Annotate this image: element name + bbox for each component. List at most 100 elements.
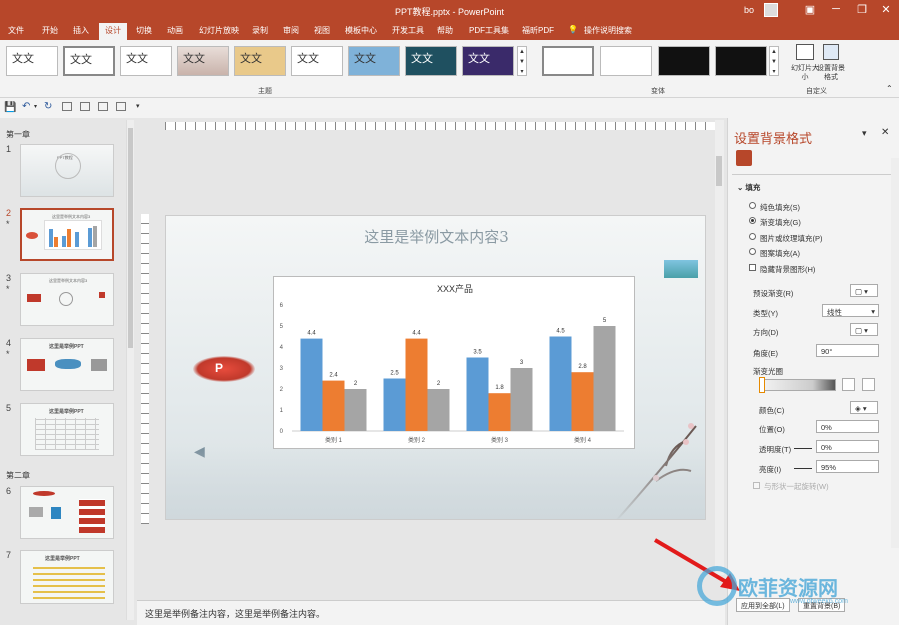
undo-dropdown-icon[interactable]: ▾ xyxy=(34,103,37,110)
new-slide-icon[interactable] xyxy=(80,102,90,111)
theme-thumb-3[interactable]: 文文 xyxy=(120,46,172,76)
slide-thumb-5[interactable]: 这里是举例PPT xyxy=(20,403,114,456)
brightness-input[interactable]: 95% xyxy=(816,460,879,473)
rotate-with-shape-label[interactable]: 与形状一起旋转(W) xyxy=(764,481,829,492)
theme-thumb-9[interactable]: 文文 xyxy=(462,46,514,76)
tab-pdf-tools[interactable]: PDF工具集 xyxy=(469,25,509,36)
preset-gradient-dropdown[interactable]: ▢ ▾ xyxy=(850,284,878,297)
notes-pane[interactable]: 这里是举例备注内容，这里是举例备注内容。 xyxy=(137,600,725,625)
collapse-ribbon-icon[interactable]: ⌃ xyxy=(886,84,893,93)
tab-developer[interactable]: 开发工具 xyxy=(392,25,424,36)
angle-input[interactable]: 90° xyxy=(816,344,879,357)
theme-thumb-5[interactable]: 文文 xyxy=(234,46,286,76)
pattern-fill-label[interactable]: 图案填充(A) xyxy=(760,248,800,259)
layout-icon[interactable] xyxy=(98,102,108,111)
undo-icon[interactable]: ↶ xyxy=(22,101,30,112)
brightness-slider[interactable] xyxy=(794,468,812,469)
tab-record[interactable]: 录制 xyxy=(252,25,268,36)
user-name[interactable]: bo xyxy=(744,5,754,15)
tab-home[interactable]: 开始 xyxy=(42,25,58,36)
theme-thumb-4[interactable]: 文文 xyxy=(177,46,229,76)
section-1-header[interactable]: 第一章 xyxy=(6,129,30,140)
fill-section-header[interactable]: ⌄ 填充 xyxy=(737,182,760,193)
fill-bucket-icon[interactable] xyxy=(736,150,752,166)
customize-qat-icon[interactable]: ▾ xyxy=(136,102,140,110)
pattern-fill-radio[interactable] xyxy=(749,248,756,255)
variant-gallery-scroll[interactable]: ▲ ▼ ▾ xyxy=(769,46,779,76)
bar-chart[interactable]: XXX产品 0 1 2 3 4 5 6 4.4 2.4 2 类别 1 2.5 4.4 2 类别 2 3.5 1.8… xyxy=(274,277,636,450)
hide-bg-label[interactable]: 隐藏背景图形(H) xyxy=(760,264,815,275)
tab-transitions[interactable]: 切换 xyxy=(136,25,152,36)
theme-gallery-scroll[interactable]: ▲ ▼ ▾ xyxy=(517,46,527,76)
slide-thumb-6[interactable] xyxy=(20,486,114,539)
theme-thumb-7[interactable]: 文文 xyxy=(348,46,400,76)
tab-view[interactable]: 视图 xyxy=(314,25,330,36)
color-dropdown[interactable]: ◈ ▾ xyxy=(850,401,878,414)
slide-landscape-image[interactable] xyxy=(664,260,698,278)
position-input[interactable]: 0% xyxy=(816,420,879,433)
notes-text[interactable]: 这里是举例备注内容，这里是举例备注内容。 xyxy=(145,609,325,619)
slide-thumb-7[interactable]: 这里是举例PPT xyxy=(20,550,114,604)
shapes-icon[interactable] xyxy=(116,102,126,111)
picture-fill-label[interactable]: 图片或纹理填充(P) xyxy=(760,233,823,244)
theme-thumb-8[interactable]: 文文 xyxy=(405,46,457,76)
variant-thumb-4[interactable] xyxy=(715,46,767,76)
tab-design[interactable]: 设计 xyxy=(99,23,127,40)
current-slide[interactable]: 这里是举例文本内容3 P ◀ XXX产品01234564.42.42类别 12.… xyxy=(165,215,706,520)
tab-template-center[interactable]: 模板中心 xyxy=(345,25,377,36)
editor-scrollbar[interactable] xyxy=(715,120,724,575)
theme-thumb-1[interactable]: 文文 xyxy=(6,46,58,76)
thumbnails-scrollbar[interactable] xyxy=(126,120,134,620)
rotate-with-shape-checkbox[interactable] xyxy=(753,482,760,489)
minimize-button[interactable]: ─ xyxy=(826,3,846,15)
add-stop-icon[interactable] xyxy=(842,378,855,391)
tab-insert[interactable]: 插入 xyxy=(73,25,89,36)
pane-scrollbar[interactable] xyxy=(891,158,899,548)
pane-options-icon[interactable]: ▾ xyxy=(862,128,867,139)
slide-thumb-4[interactable]: 这里是举例PPT xyxy=(20,338,114,391)
variant-thumb-3[interactable] xyxy=(658,46,710,76)
variant-thumb-1[interactable] xyxy=(542,46,594,76)
remove-stop-icon[interactable] xyxy=(862,378,875,391)
hide-bg-checkbox[interactable] xyxy=(749,264,756,271)
slide-thumb-1[interactable]: PPT教程 xyxy=(20,144,114,197)
avatar[interactable] xyxy=(764,3,778,17)
ppt-logo-image[interactable]: P xyxy=(193,356,255,382)
slide-thumb-3[interactable]: 这里是举例文本内容3 xyxy=(20,273,114,326)
solid-fill-radio[interactable] xyxy=(749,202,756,209)
ribbon-display-icon[interactable]: ▣ xyxy=(800,3,820,16)
tab-slideshow[interactable]: 幻灯片放映 xyxy=(199,25,239,36)
tab-animations[interactable]: 动画 xyxy=(167,25,183,36)
tell-me-search[interactable]: 操作说明搜索 xyxy=(584,25,632,36)
format-background-icon[interactable] xyxy=(823,44,839,60)
theme-thumb-6[interactable]: 文文 xyxy=(291,46,343,76)
tab-help[interactable]: 帮助 xyxy=(437,25,453,36)
slide-thumb-2[interactable]: 这里是举例文本内容3 xyxy=(20,208,114,261)
tab-foxit-pdf[interactable]: 福昕PDF xyxy=(522,25,554,36)
close-button[interactable]: ✕ xyxy=(876,3,896,16)
chart-frame[interactable]: XXX产品 0 1 2 3 4 5 6 4.4 2.4 2 类别 1 2.5 4.4 2 类别 2 3.5 1.8… xyxy=(273,276,635,449)
tab-file[interactable]: 文件 xyxy=(8,25,24,36)
slide-title[interactable]: 这里是举例文本内容3 xyxy=(166,226,705,247)
gradient-fill-label[interactable]: 渐变填充(G) xyxy=(760,217,801,228)
scrollbar-thumb[interactable] xyxy=(716,156,722,186)
section-2-header[interactable]: 第二章 xyxy=(6,470,30,481)
type-dropdown[interactable]: 线性 ▾ xyxy=(822,304,879,317)
gradient-stops-slider[interactable] xyxy=(760,379,836,391)
theme-thumb-2[interactable]: 文文 xyxy=(63,46,115,76)
slide-size-icon[interactable] xyxy=(796,44,814,60)
solid-fill-label[interactable]: 纯色填充(S) xyxy=(760,202,800,213)
transparency-input[interactable]: 0% xyxy=(816,440,879,453)
direction-dropdown[interactable]: ▢ ▾ xyxy=(850,323,878,336)
gradient-fill-radio[interactable] xyxy=(749,217,756,224)
scrollbar-thumb[interactable] xyxy=(128,128,133,348)
pane-close-icon[interactable]: ✕ xyxy=(881,127,889,138)
start-slideshow-icon[interactable] xyxy=(62,102,72,111)
variant-thumb-2[interactable] xyxy=(600,46,652,76)
transparency-slider[interactable] xyxy=(794,448,812,449)
format-background-button[interactable]: 设置背景格式 xyxy=(816,64,846,82)
tab-review[interactable]: 审阅 xyxy=(283,25,299,36)
save-icon[interactable]: 💾 xyxy=(4,102,16,113)
picture-fill-radio[interactable] xyxy=(749,233,756,240)
gradient-stop-handle[interactable] xyxy=(759,377,765,393)
